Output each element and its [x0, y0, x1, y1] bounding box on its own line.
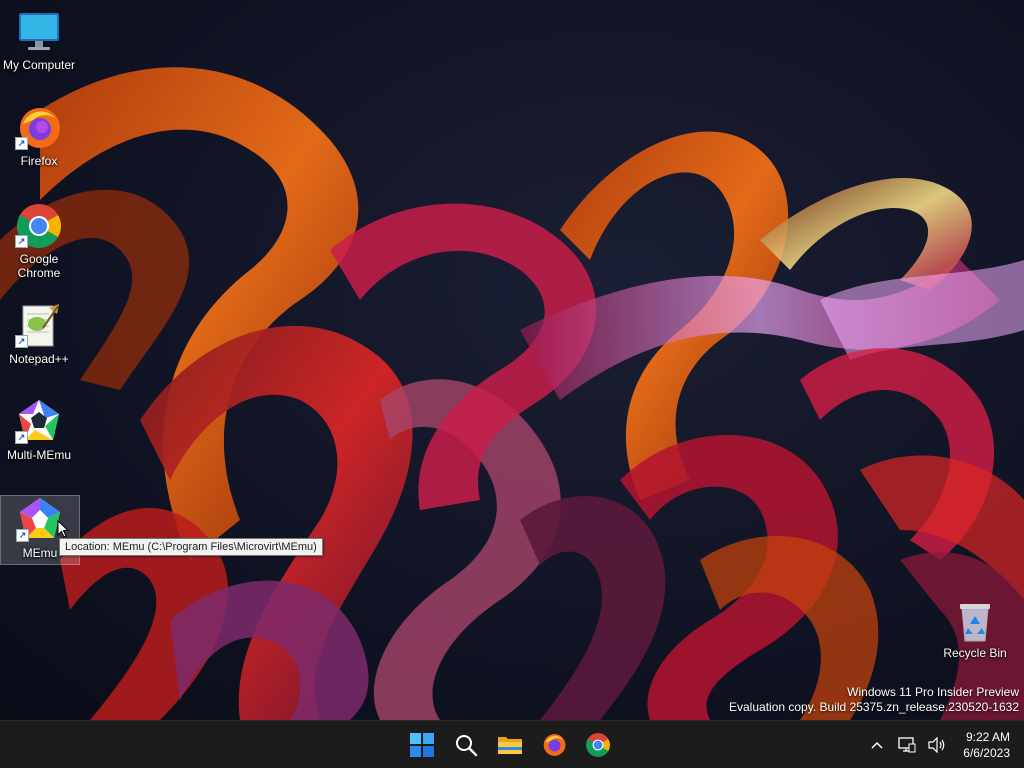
recycle-bin-icon: [951, 596, 999, 644]
shortcut-arrow-icon: ↗: [15, 235, 28, 248]
location-tooltip: Location: MEmu (C:\Program Files\Microvi…: [59, 538, 323, 556]
windows-watermark: Windows 11 Pro Insider Preview Evaluatio…: [729, 685, 1019, 715]
shortcut-arrow-icon: ↗: [15, 137, 28, 150]
desktop-icon-label: Recycle Bin: [943, 646, 1007, 660]
desktop-icon-label: My Computer: [2, 58, 76, 72]
desktop-icon-label: Multi-MEmu: [6, 448, 71, 462]
network-icon: [898, 736, 916, 752]
chrome-icon: [586, 732, 610, 757]
desktop-icon-label: Google Chrome: [17, 252, 61, 280]
clock-time: 9:22 AM: [965, 729, 1010, 744]
start-button[interactable]: [402, 725, 442, 765]
desktop-icon-label: Notepad++: [9, 352, 69, 366]
search-button[interactable]: [446, 725, 486, 765]
chevron-up-icon: [871, 741, 883, 749]
watermark-line-edition: Windows 11 Pro Insider Preview: [847, 685, 1019, 699]
multi-memu-icon: ↗: [15, 398, 63, 446]
system-tray: 9:22 AM 6/6/2023: [865, 721, 1014, 768]
taskbar: 9:22 AM 6/6/2023: [0, 720, 1024, 768]
desktop-icon-my-computer[interactable]: My Computer: [0, 8, 78, 72]
notepadplusplus-icon: ↗: [15, 302, 63, 350]
my-computer-icon: [15, 8, 63, 56]
file-explorer-icon: [498, 736, 522, 754]
wallpaper-ribbons: [0, 67, 1024, 720]
clock-date: 6/6/2023: [963, 745, 1010, 760]
shortcut-arrow-icon: ↗: [16, 529, 29, 542]
search-icon: [456, 734, 478, 756]
taskbar-chrome-button[interactable]: [578, 725, 618, 765]
network-button[interactable]: [895, 730, 919, 760]
firefox-icon: [543, 733, 566, 756]
watermark-line-build: Evaluation copy. Build 25375.zn_release.…: [729, 700, 1019, 714]
firefox-icon: ↗: [15, 104, 63, 152]
desktop-icon-label: MEmu: [22, 546, 58, 560]
desktop-icon-firefox[interactable]: ↗ Firefox: [0, 104, 78, 168]
chrome-icon: ↗: [15, 202, 63, 250]
desktop-icon-label: Firefox: [20, 154, 58, 168]
mouse-cursor-icon: [57, 519, 70, 538]
desktop-icon-recycle-bin[interactable]: Recycle Bin: [936, 596, 1014, 660]
volume-button[interactable]: [925, 730, 949, 760]
taskbar-firefox-button[interactable]: [534, 725, 574, 765]
start-icon: [410, 732, 434, 757]
desktop-icon-google-chrome[interactable]: ↗ Google Chrome: [0, 202, 78, 280]
clock-button[interactable]: 9:22 AM 6/6/2023: [955, 729, 1014, 761]
desktop-wallpaper: [0, 0, 1024, 720]
shortcut-arrow-icon: ↗: [15, 335, 28, 348]
file-explorer-button[interactable]: [490, 725, 530, 765]
desktop-icon-multi-memu[interactable]: ↗ Multi-MEmu: [0, 398, 78, 462]
show-hidden-icons-button[interactable]: [865, 730, 889, 760]
taskbar-pinned-apps: [402, 721, 618, 768]
desktop-icon-notepadplusplus[interactable]: ↗ Notepad++: [0, 302, 78, 366]
shortcut-arrow-icon: ↗: [15, 431, 28, 444]
speaker-icon: [928, 736, 945, 753]
